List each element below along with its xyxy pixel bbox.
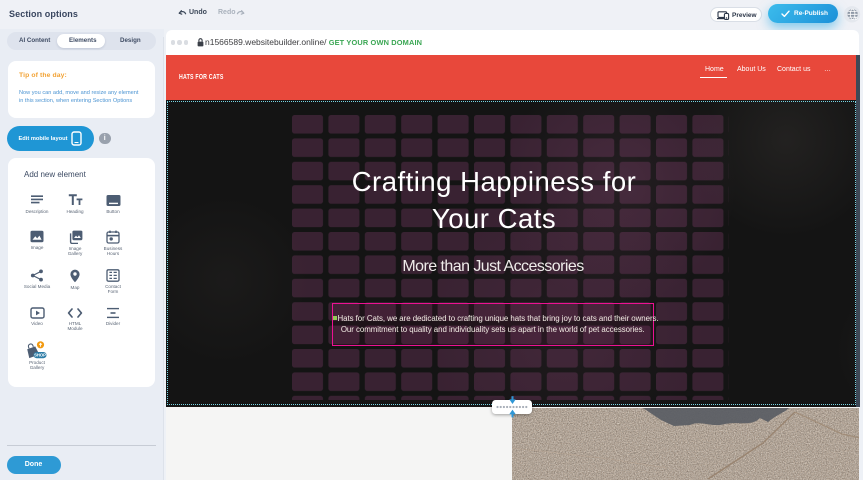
- svg-text:SHOP: SHOP: [34, 352, 46, 357]
